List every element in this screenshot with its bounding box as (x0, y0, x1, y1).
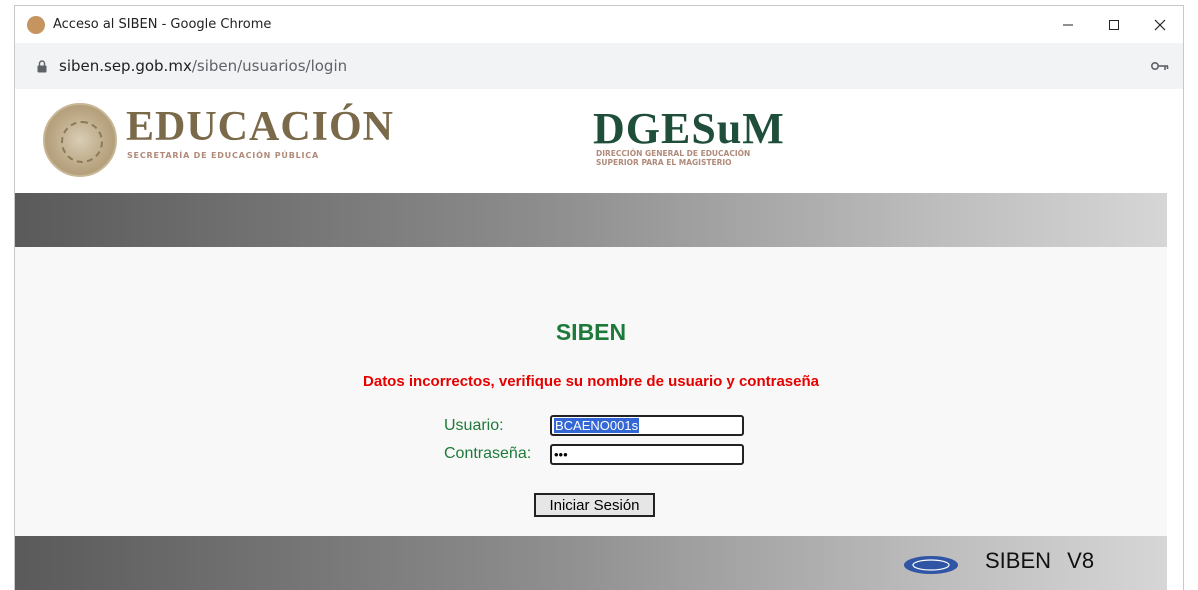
footer-product: SIBEN (985, 548, 1052, 573)
minimize-icon (1063, 24, 1073, 25)
url-host: siben.sep.gob.mx (59, 57, 192, 75)
username-field[interactable]: BCAENO001s (550, 415, 744, 436)
window-titlebar: Acceso al SIBEN - Google Chrome (14, 5, 1184, 43)
password-value: ••• (554, 447, 568, 462)
url-path: /siben/usuarios/login (191, 57, 348, 75)
minimize-button[interactable] (1045, 7, 1091, 43)
address-bar: siben.sep.gob.mx/siben/usuarios/login (14, 43, 1184, 89)
footer-bar: SIBEN V8 (15, 536, 1167, 590)
footer-version: SIBEN V8 (985, 548, 1094, 574)
footer-version-number: V8 (1067, 548, 1095, 573)
maximize-button[interactable] (1091, 7, 1137, 43)
mexico-seal-logo (43, 103, 117, 177)
maximize-icon (1109, 19, 1119, 30)
password-field[interactable]: ••• (550, 444, 744, 465)
login-panel: SIBEN Datos incorrectos, verifique su no… (15, 247, 1167, 536)
key-icon[interactable] (1151, 61, 1169, 71)
window-controls (1045, 7, 1183, 43)
edu-logo-title: EDUCACIÓN (126, 104, 395, 150)
page-header: EDUCACIÓN SECRETARÍA DE EDUCACIÓN PÚBLIC… (15, 89, 1167, 193)
edu-logo-subtitle: SECRETARÍA DE EDUCACIÓN PÚBLICA (127, 151, 319, 160)
username-value: BCAENO001s (554, 418, 640, 433)
header-divider-bar (15, 193, 1167, 247)
dgesum-subtitle-line1: DIRECCIÓN GENERAL DE EDUCACIÓN (596, 149, 751, 158)
username-label: Usuario: (444, 417, 504, 434)
url-field[interactable]: siben.sep.gob.mx/siben/usuarios/login (59, 57, 347, 75)
dgesum-logo-subtitle: DIRECCIÓN GENERAL DE EDUCACIÓN SUPERIOR … (596, 149, 836, 167)
close-icon (1154, 19, 1166, 30)
close-button[interactable] (1137, 7, 1183, 43)
siben-logo-icon (904, 556, 958, 574)
login-button[interactable]: Iniciar Sesión (534, 493, 655, 517)
lock-icon (37, 59, 47, 72)
dgesum-subtitle-line2: SUPERIOR PARA EL MAGISTERIO (596, 158, 732, 167)
site-favicon-icon (27, 15, 45, 34)
dgesum-logo-title: DGESuM (593, 104, 785, 153)
error-message: Datos incorrectos, verifique su nombre d… (363, 373, 819, 390)
page-viewport: EDUCACIÓN SECRETARÍA DE EDUCACIÓN PÚBLIC… (14, 89, 1184, 590)
password-label: Contraseña: (444, 445, 532, 462)
window-title: Acceso al SIBEN - Google Chrome (53, 17, 272, 32)
page-title: SIBEN (555, 319, 627, 345)
